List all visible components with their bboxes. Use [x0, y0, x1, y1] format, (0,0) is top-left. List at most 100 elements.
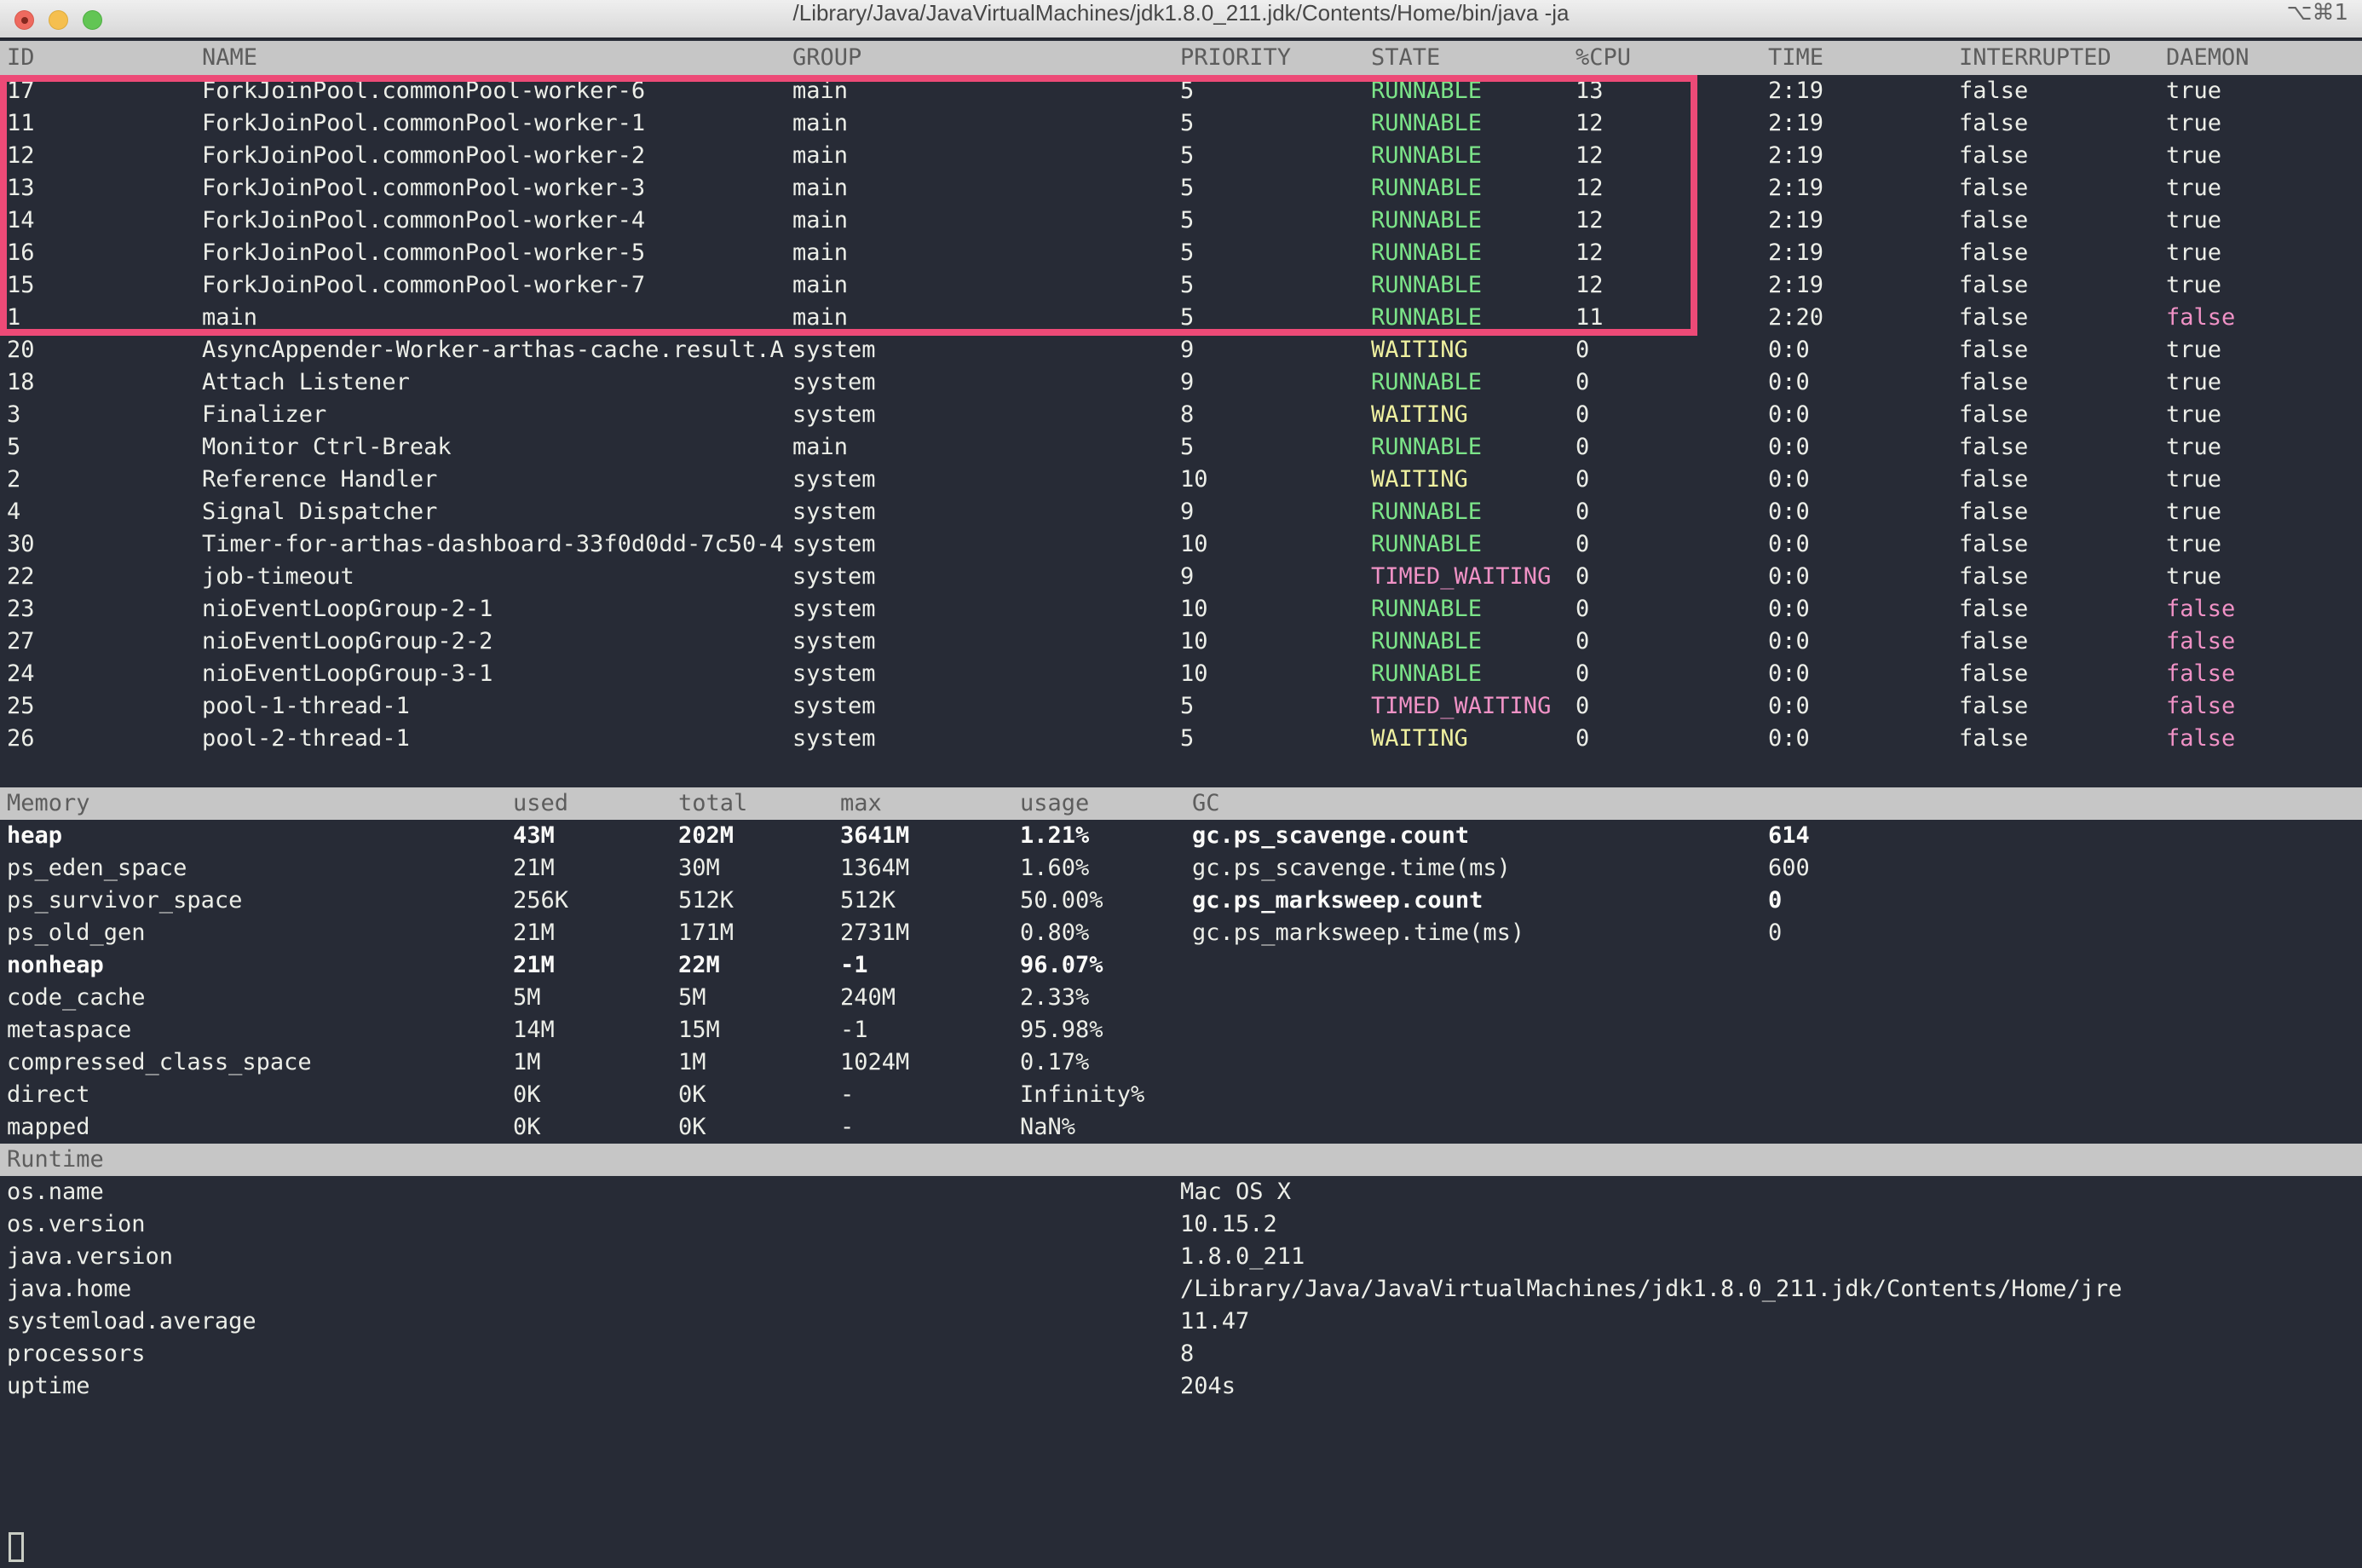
cell-time: 0:0 [1768, 528, 1959, 561]
close-button[interactable] [14, 10, 34, 30]
table-row: uptime204s [0, 1370, 2362, 1403]
cell-cpu: 13 [1576, 75, 1768, 107]
cell-gc-name: gc.ps_scavenge.count [1192, 820, 1768, 852]
table-row: 14ForkJoinPool.commonPool-worker-4main5R… [0, 205, 2362, 237]
column-header-id: ID [7, 41, 202, 75]
cell-state: RUNNABLE [1371, 625, 1576, 658]
table-row: 2Reference Handlersystem10WAITING00:0fal… [0, 464, 2362, 496]
cell-daemon: true [2166, 496, 2362, 528]
cell-interrupted: false [1959, 625, 2166, 658]
cell-time: 0:0 [1768, 431, 1959, 464]
table-row: heap43M202M3641M1.21%gc.ps_scavenge.coun… [0, 820, 2362, 852]
cell-cpu: 0 [1576, 366, 1768, 399]
cell-state: RUNNABLE [1371, 140, 1576, 172]
cell-priority: 8 [1180, 399, 1371, 431]
cell-max: 240M [840, 982, 1020, 1014]
cell-time: 2:20 [1768, 302, 1959, 334]
cell-daemon: true [2166, 528, 2362, 561]
cell-priority: 9 [1180, 334, 1371, 366]
cell-name: ForkJoinPool.commonPool-worker-7 [202, 269, 792, 302]
cell-group: system [792, 399, 1180, 431]
cell-used: 1M [513, 1046, 678, 1079]
table-row: systemload.average11.47 [0, 1306, 2362, 1338]
column-header-interrupted: INTERRUPTED [1959, 41, 2166, 75]
cell-runtime-value: Mac OS X [1180, 1176, 2362, 1208]
cell-time: 0:0 [1768, 593, 1959, 625]
cell-gc-name [1192, 982, 1768, 1014]
cell-daemon: false [2166, 593, 2362, 625]
cell-name: ForkJoinPool.commonPool-worker-1 [202, 107, 792, 140]
cell-used: 21M [513, 917, 678, 949]
cell-interrupted: false [1959, 107, 2166, 140]
cell-time: 2:19 [1768, 205, 1959, 237]
cell-group: system [792, 561, 1180, 593]
table-row: os.nameMac OS X [0, 1176, 2362, 1208]
cell-cpu: 0 [1576, 593, 1768, 625]
cell-id: 17 [7, 75, 202, 107]
cell-id: 15 [7, 269, 202, 302]
cell-id: 13 [7, 172, 202, 205]
table-row: ps_eden_space21M30M1364M1.60%gc.ps_scave… [0, 852, 2362, 885]
window-titlebar[interactable]: /Library/Java/JavaVirtualMachines/jdk1.8… [0, 0, 2362, 39]
cell-gc-name [1192, 949, 1768, 982]
cell-daemon: false [2166, 625, 2362, 658]
cell-cpu: 0 [1576, 723, 1768, 755]
cell-cpu: 12 [1576, 107, 1768, 140]
zoom-button[interactable] [83, 10, 102, 30]
cell-time: 2:19 [1768, 269, 1959, 302]
cell-name: ForkJoinPool.commonPool-worker-3 [202, 172, 792, 205]
cell-state: RUNNABLE [1371, 658, 1576, 690]
cell-used: 21M [513, 852, 678, 885]
cell-total: 5M [678, 982, 840, 1014]
table-row: 16ForkJoinPool.commonPool-worker-5main5R… [0, 237, 2362, 269]
cell-id: 26 [7, 723, 202, 755]
runtime-header: Runtime [0, 1144, 2362, 1176]
table-row: 5Monitor Ctrl-Breakmain5RUNNABLE00:0fals… [0, 431, 2362, 464]
cell-name: pool-1-thread-1 [202, 690, 792, 723]
cell-group: main [792, 237, 1180, 269]
table-row: 24nioEventLoopGroup-3-1system10RUNNABLE0… [0, 658, 2362, 690]
table-row: 25pool-1-thread-1system5TIMED_WAITING00:… [0, 690, 2362, 723]
table-row: metaspace14M15M-195.98% [0, 1014, 2362, 1046]
cell-name: ForkJoinPool.commonPool-worker-2 [202, 140, 792, 172]
cell-time: 0:0 [1768, 366, 1959, 399]
table-row: 26pool-2-thread-1system5WAITING00:0false… [0, 723, 2362, 755]
terminal-screen[interactable]: IDNAMEGROUPPRIORITYSTATE%CPUTIMEINTERRUP… [0, 41, 2362, 1568]
cell-name: nioEventLoopGroup-2-1 [202, 593, 792, 625]
cell-daemon: true [2166, 75, 2362, 107]
cell-time: 2:19 [1768, 75, 1959, 107]
cell-time: 2:19 [1768, 172, 1959, 205]
cell-state: RUNNABLE [1371, 172, 1576, 205]
cell-state: TIMED_WAITING [1371, 690, 1576, 723]
thread-rows: 17ForkJoinPool.commonPool-worker-6main5R… [0, 75, 2362, 755]
table-row: nonheap21M22M-196.07% [0, 949, 2362, 982]
memory-rows: heap43M202M3641M1.21%gc.ps_scavenge.coun… [0, 820, 2362, 1144]
cell-runtime-key: systemload.average [7, 1306, 1180, 1338]
cell-name: Signal Dispatcher [202, 496, 792, 528]
cell-daemon: true [2166, 334, 2362, 366]
cell-runtime-value: 8 [1180, 1338, 2362, 1370]
cell-cpu: 12 [1576, 205, 1768, 237]
cell-runtime-key: os.version [7, 1208, 1180, 1241]
minimize-button[interactable] [49, 10, 68, 30]
cell-name: pool-2-thread-1 [202, 723, 792, 755]
cell-id: 4 [7, 496, 202, 528]
table-row: 12ForkJoinPool.commonPool-worker-2main5R… [0, 140, 2362, 172]
cell-group: system [792, 723, 1180, 755]
cell-interrupted: false [1959, 723, 2166, 755]
cell-state: RUNNABLE [1371, 237, 1576, 269]
terminal-cursor [9, 1532, 24, 1562]
cell-runtime-key: java.home [7, 1273, 1180, 1306]
cell-state: TIMED_WAITING [1371, 561, 1576, 593]
table-row: ps_old_gen21M171M2731M0.80%gc.ps_markswe… [0, 917, 2362, 949]
cell-max: 1024M [840, 1046, 1020, 1079]
cell-priority: 9 [1180, 561, 1371, 593]
cell-group: main [792, 431, 1180, 464]
cell-interrupted: false [1959, 237, 2166, 269]
cell-group: main [792, 172, 1180, 205]
cell-interrupted: false [1959, 172, 2166, 205]
cell-usage: 1.60% [1020, 852, 1192, 885]
cell-memory-name: code_cache [7, 982, 513, 1014]
cell-name: ForkJoinPool.commonPool-worker-5 [202, 237, 792, 269]
cell-daemon: true [2166, 237, 2362, 269]
